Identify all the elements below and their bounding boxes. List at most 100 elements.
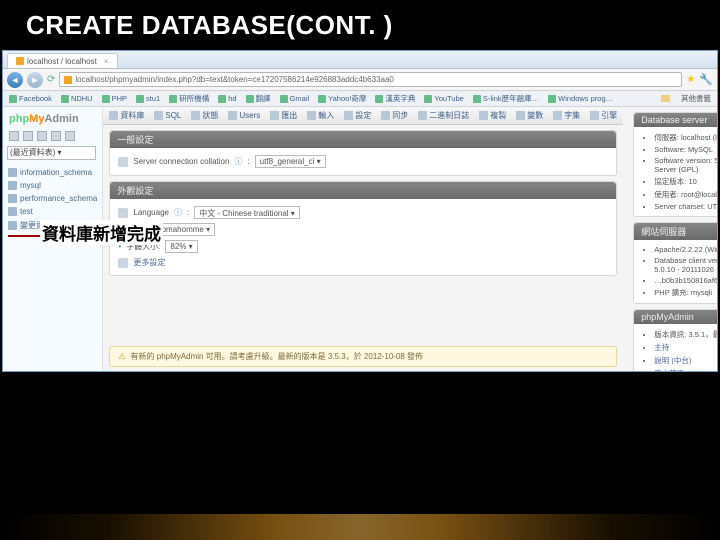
bookmark-item[interactable]: NDHU [61, 94, 93, 103]
help-icon[interactable]: ⓘ [174, 207, 182, 218]
info-item: 伺服器: localhost (localhost via TCP/IP) [654, 131, 718, 144]
url-text: localhost/phpmyadmin/index.php?db=text&t… [75, 75, 393, 84]
forward-button[interactable]: ► [27, 72, 43, 88]
database-icon [8, 207, 17, 216]
other-bookmarks-icon[interactable] [661, 95, 670, 102]
info-item: Server charset: UTF-8 Unicode (utf8) [654, 201, 718, 212]
bookmark-item[interactable]: hd [218, 94, 236, 103]
bookmark-item[interactable]: Yahoo!奇摩 [318, 93, 366, 104]
general-settings-panel: 一般設定 Server connection collation ⓘ: utf8… [109, 130, 617, 176]
fontsize-select[interactable]: 82% ▾ [165, 240, 197, 253]
bookmark-item[interactable]: 研所機構 [169, 93, 209, 104]
panel-header: 網站伺服器 [634, 223, 718, 240]
info-item: 協定版本: 10 [654, 175, 718, 188]
nav-replication[interactable]: 複製 [479, 110, 506, 121]
pma-panel: phpMyAdmin 版本資訊: 3.5.1，最新穩定版本: 3.5.3 主持 … [633, 309, 718, 372]
nav-status[interactable]: 狀態 [191, 110, 218, 121]
info-item: Apache/2.2.22 (Win32) PHP/5.4.3 [654, 244, 718, 255]
bookmark-item[interactable]: Facebook [9, 94, 52, 103]
web-server-panel: 網站伺服器 Apache/2.2.22 (Win32) PHP/5.4.3 Da… [633, 222, 718, 304]
bookmark-item[interactable]: Windows prog… [548, 94, 613, 103]
slide-footer-bar [0, 514, 720, 540]
database-icon [8, 181, 17, 190]
help-icon[interactable]: ⓘ [234, 156, 242, 167]
warning-text: 有新的 phpMyAdmin 可用。請考慮升級。最新的版本是 3.5.3，於 2… [131, 351, 424, 362]
collation-icon [118, 157, 128, 167]
panel-header: Database server [634, 113, 718, 127]
main-area: 資料庫 SQL 狀態 Users 匯出 輸入 設定 同步 二進制日誌 複製 變數… [103, 107, 718, 371]
panel-header: phpMyAdmin [634, 310, 718, 324]
bookmark-item[interactable]: S-link歷年題庫… [473, 93, 539, 104]
info-item: PHP 擴充: mysqli [654, 286, 718, 299]
top-nav: 資料庫 SQL 狀態 Users 匯出 輸入 設定 同步 二進制日誌 複製 變數… [103, 107, 623, 125]
collation-label: Server connection collation [133, 157, 229, 166]
collation-select[interactable]: utf8_general_ci ▾ [255, 155, 326, 168]
bookmark-item[interactable]: stu1 [136, 94, 160, 103]
sidebar-toolbar [7, 130, 98, 146]
nav-sql[interactable]: SQL [154, 111, 181, 120]
nav-users[interactable]: Users [228, 111, 260, 120]
sidebar-db-item[interactable]: information_schema [7, 166, 98, 179]
db-server-panel: Database server 伺服器: localhost (localhos… [633, 112, 718, 217]
slide-title: CREATE DATABASE(CONT. ) [26, 10, 393, 41]
slide-annotation: 資料庫新增完成 [40, 220, 163, 245]
phpmyadmin-logo: phpMyAdmin [7, 111, 98, 130]
language-icon [118, 208, 128, 218]
nav-export[interactable]: 匯出 [270, 110, 297, 121]
more-settings-link[interactable]: 更多設定 [133, 257, 165, 268]
sidebar-db-item[interactable]: test [7, 205, 98, 218]
bookmark-item[interactable]: PHP [102, 94, 127, 103]
bookmark-item[interactable]: 漢英字典 [375, 93, 415, 104]
info-link[interactable]: 官方首頁 [654, 369, 684, 372]
nav-settings[interactable]: 設定 [344, 110, 371, 121]
settings-wrench-icon[interactable]: 🔧 [699, 73, 713, 86]
database-icon [8, 221, 17, 230]
info-item: Database client version: libmysql - mysq… [654, 255, 718, 275]
docs-icon[interactable] [51, 131, 61, 141]
info-item: …b0b3b150816af66e5d9646fdeb7957075f1b $ [654, 275, 718, 286]
nav-engines[interactable]: 引擎 [590, 110, 617, 121]
language-select[interactable]: 中文 - Chinese traditional ▾ [194, 206, 300, 219]
browser-tab[interactable]: localhost / localhost × [7, 53, 118, 68]
nav-import[interactable]: 輸入 [307, 110, 334, 121]
nav-binlog[interactable]: 二進制日誌 [418, 110, 469, 121]
info-item: 版本資訊: 3.5.1，最新穩定版本: 3.5.3 [654, 328, 718, 341]
site-icon [64, 76, 72, 84]
recent-tables-select[interactable]: (最近資料表) ▾ [7, 146, 96, 160]
url-input[interactable]: localhost/phpmyadmin/index.php?db=text&t… [59, 72, 682, 87]
info-link[interactable]: 說明 (中台) [654, 356, 691, 365]
info-link[interactable]: 主持 [654, 343, 669, 352]
other-bookmarks-label[interactable]: 其他書籤 [681, 93, 711, 104]
nav-charsets[interactable]: 字集 [553, 110, 580, 121]
warning-icon: ⚠ [118, 352, 125, 361]
bookmarks-bar: Facebook NDHU PHP stu1 研所機構 hd 翻譯 Gmail … [3, 91, 717, 107]
home-icon[interactable] [9, 131, 19, 141]
back-button[interactable]: ◄ [7, 72, 23, 88]
reload-icon[interactable] [65, 131, 75, 141]
update-warning: ⚠ 有新的 phpMyAdmin 可用。請考慮升級。最新的版本是 3.5.3，於… [109, 346, 617, 367]
browser-window: localhost / localhost × ◄ ► ⟳ localhost/… [2, 50, 718, 372]
info-item: Software: MySQL [654, 144, 718, 155]
nav-vars[interactable]: 變數 [516, 110, 543, 121]
sql-icon[interactable] [37, 131, 47, 141]
gear-icon [118, 258, 128, 268]
tab-title: localhost / localhost [27, 57, 97, 66]
language-label: Language [133, 208, 169, 217]
bookmark-item[interactable]: Gmail [280, 94, 310, 103]
browser-tabbar: localhost / localhost × [3, 51, 717, 69]
panel-header: 外觀設定 [110, 182, 616, 199]
close-tab-icon[interactable]: × [104, 57, 109, 66]
logout-icon[interactable] [23, 131, 33, 141]
nav-sync[interactable]: 同步 [381, 110, 408, 121]
bookmark-item[interactable]: 翻譯 [246, 93, 271, 104]
bookmark-item[interactable]: YouTube [424, 94, 463, 103]
info-item: 使用者: root@localhost [654, 188, 718, 201]
nav-databases[interactable]: 資料庫 [109, 110, 144, 121]
address-bar-row: ◄ ► ⟳ localhost/phpmyadmin/index.php?db=… [3, 69, 717, 91]
reload-icon[interactable]: ⟳ [47, 74, 55, 85]
bookmark-star-icon[interactable]: ★ [686, 74, 695, 85]
appearance-settings-panel: 外觀設定 Language ⓘ: 中文 - Chinese traditiona… [109, 181, 617, 276]
theme-select[interactable]: pmahomme ▾ [157, 223, 216, 236]
sidebar-db-item[interactable]: mysql [7, 179, 98, 192]
sidebar-db-item[interactable]: performance_schema [7, 192, 98, 205]
